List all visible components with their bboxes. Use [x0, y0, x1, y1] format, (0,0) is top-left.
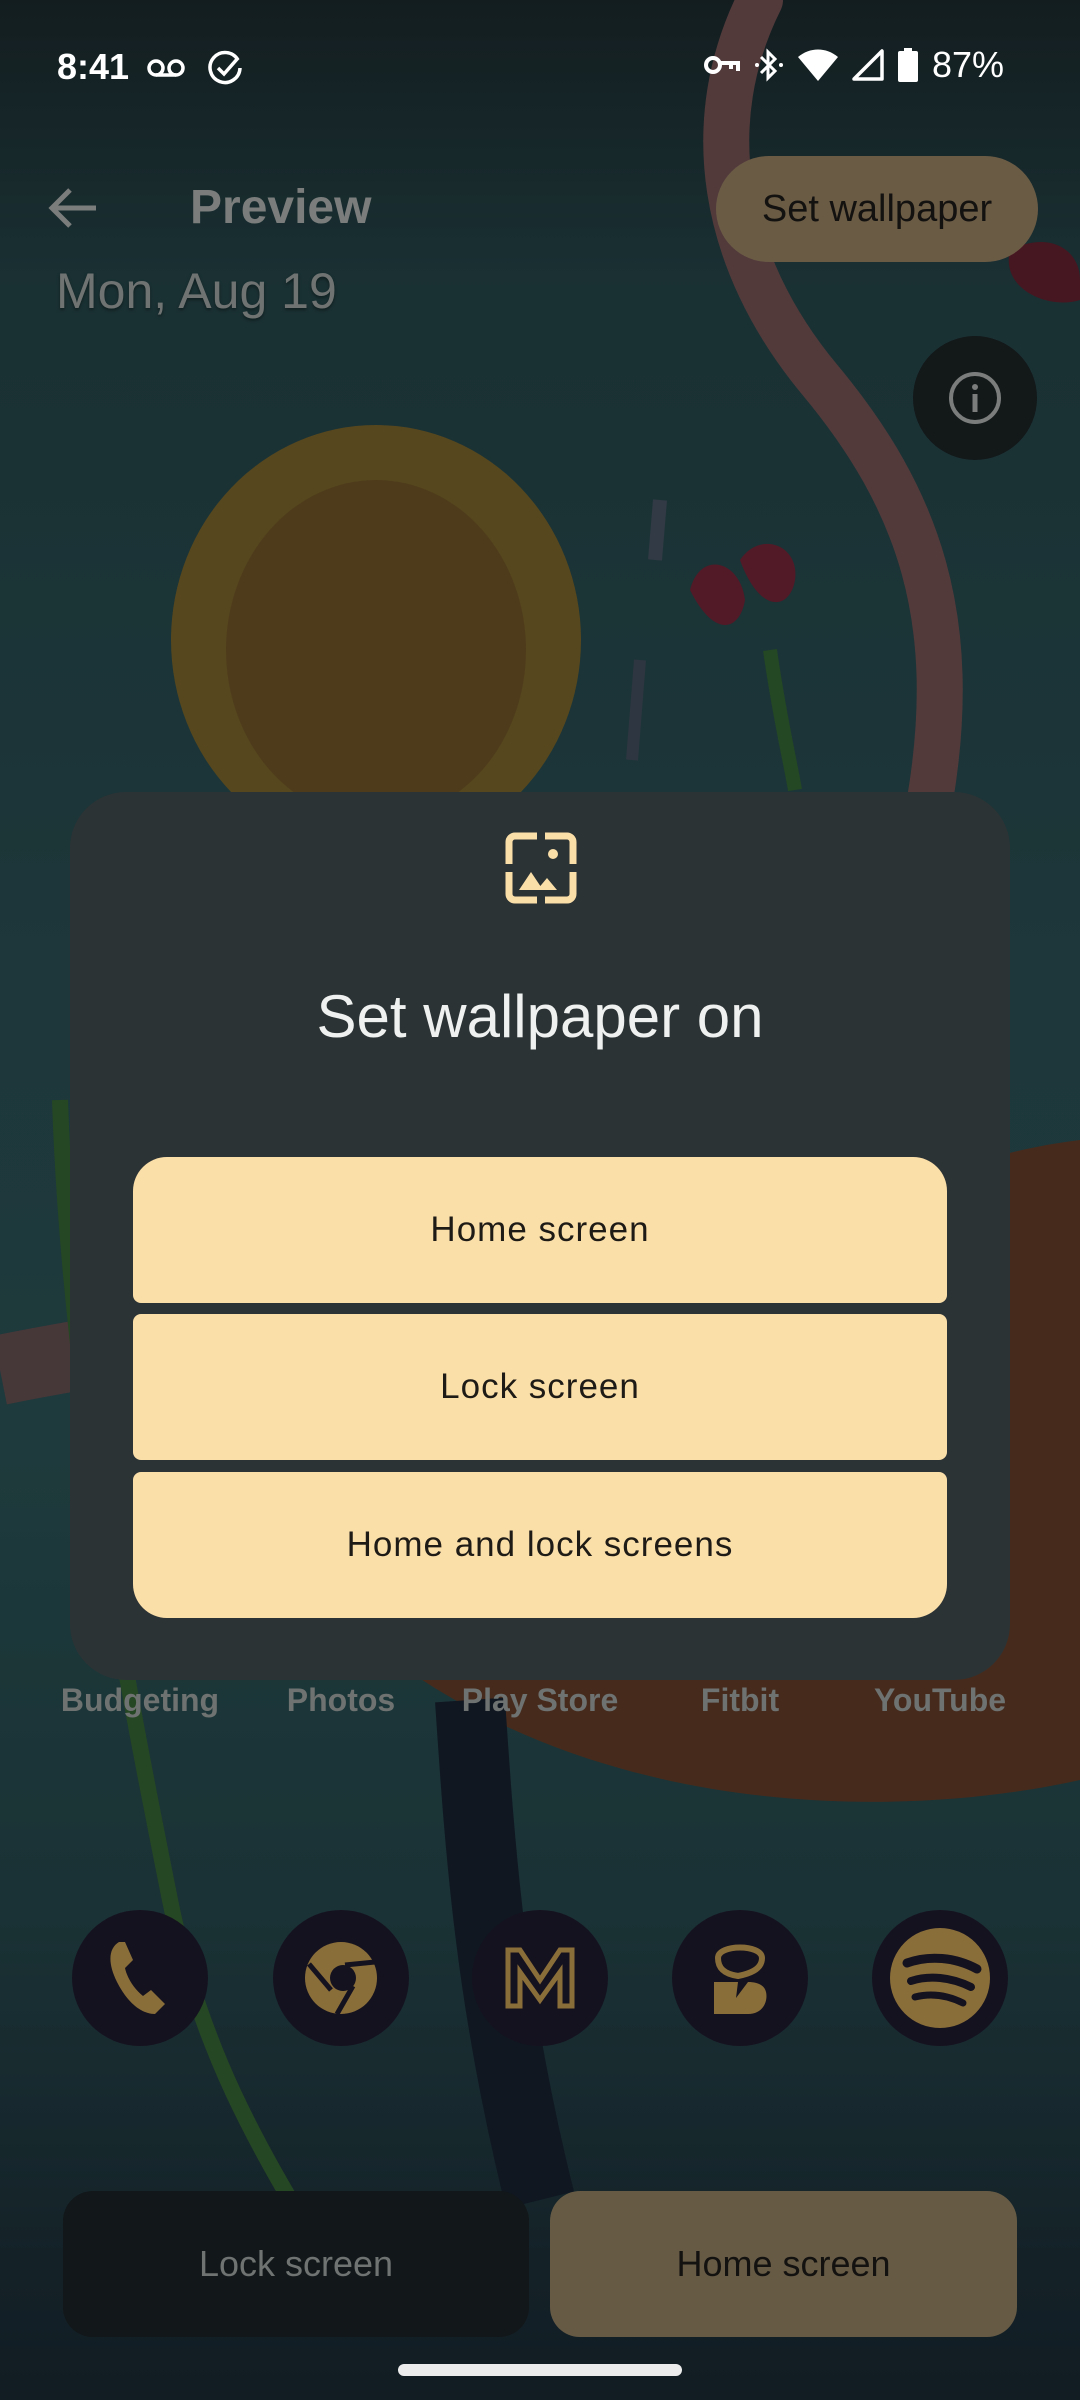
- back-button[interactable]: [46, 180, 102, 236]
- cellular-signal-icon: [852, 49, 884, 81]
- info-button[interactable]: [913, 336, 1037, 460]
- dock-gmail: [472, 1910, 608, 2046]
- bluetooth-icon: [754, 48, 783, 82]
- tab-home-screen[interactable]: Home screen: [550, 2191, 1017, 2337]
- task-done-icon: [208, 50, 242, 85]
- dock-spotify: [872, 1910, 1008, 2046]
- phone-icon: [110, 1942, 165, 2014]
- tab-lock-screen[interactable]: Lock screen: [63, 2191, 529, 2337]
- voicemail-icon: [147, 59, 185, 77]
- info-icon: [949, 372, 1001, 424]
- app-label-budgeting: Budgeting: [60, 1682, 220, 1718]
- dialog-title: Set wallpaper on: [316, 983, 764, 1050]
- battery-percentage: 87%: [931, 44, 1004, 85]
- app-label-photos: Photos: [286, 1682, 396, 1718]
- dock-chrome: [273, 1910, 409, 2046]
- app-label-youtube: YouTube: [873, 1682, 1007, 1718]
- app-label-play-store: Play Store: [461, 1682, 619, 1718]
- dock-messages: [672, 1910, 808, 2046]
- wallpaper-icon: [505, 832, 577, 904]
- status-bar: 8:41 87%: [0, 0, 1080, 130]
- dock: [0, 1910, 1080, 2050]
- spotify-icon: [890, 1928, 990, 2028]
- arrow-left-icon: [48, 188, 96, 228]
- status-time: 8:41: [57, 46, 130, 87]
- set-wallpaper-dialog: Set wallpaper on Home screen Lock screen…: [70, 792, 1010, 1680]
- gesture-nav-handle[interactable]: [398, 2364, 682, 2376]
- app-label-fitbit: Fitbit: [700, 1682, 780, 1718]
- gmail-icon: [505, 1947, 575, 2009]
- option-home-screen[interactable]: Home screen: [133, 1157, 947, 1303]
- dock-phone: [72, 1910, 208, 2046]
- set-wallpaper-button[interactable]: Set wallpaper: [716, 156, 1038, 262]
- option-home-and-lock-screens[interactable]: Home and lock screens: [133, 1472, 947, 1618]
- preview-date: Mon, Aug 19: [56, 263, 337, 319]
- battery-icon: [897, 48, 918, 82]
- vpn-key-icon: [703, 56, 740, 74]
- option-lock-screen[interactable]: Lock screen: [133, 1314, 947, 1460]
- page-title: Preview: [190, 181, 372, 234]
- app-labels-row: Budgeting Photos Play Store Fitbit YouTu…: [0, 1682, 1080, 1732]
- wifi-icon: [797, 49, 838, 81]
- chrome-icon: [305, 1942, 377, 2016]
- messages-icon: [714, 1944, 767, 2014]
